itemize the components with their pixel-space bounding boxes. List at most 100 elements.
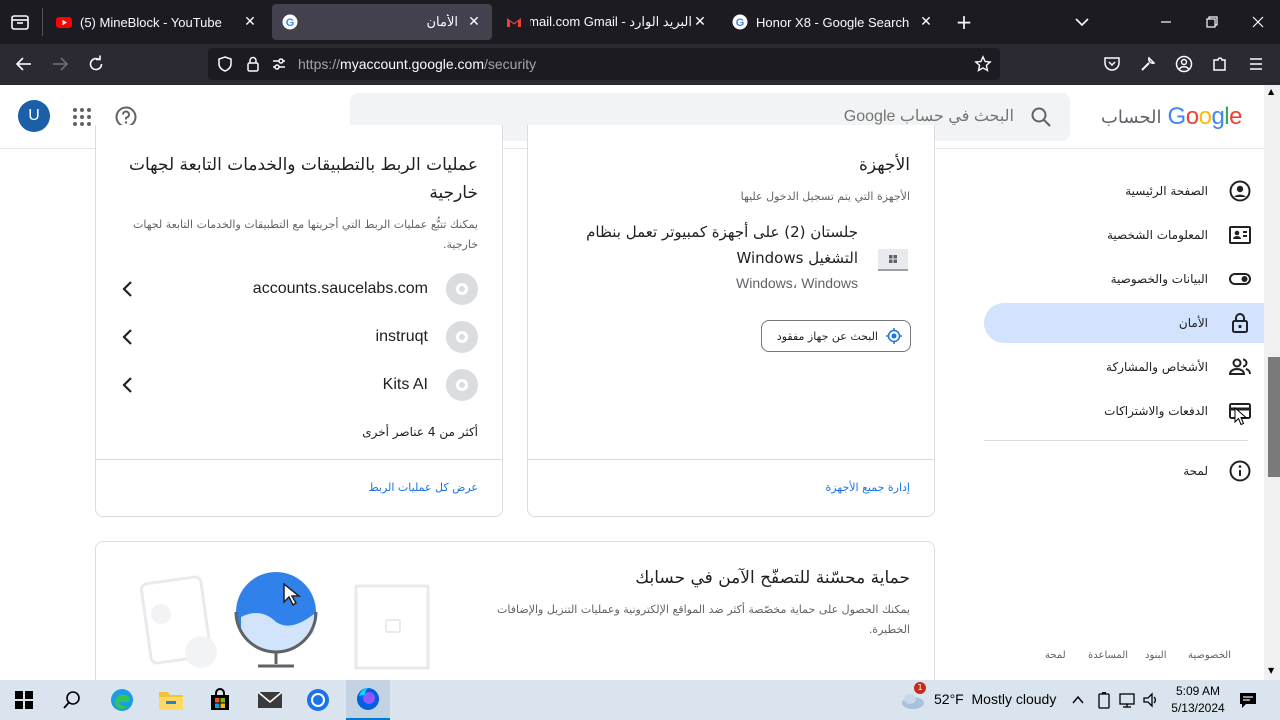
sidebar-item-data-privacy[interactable]: البيانات والخصوصية xyxy=(984,259,1264,299)
scroll-up-arrow[interactable]: ▲ xyxy=(1268,87,1278,97)
chrome-taskbar-button[interactable] xyxy=(302,684,334,716)
mail-button[interactable] xyxy=(254,684,286,716)
permissions-icon[interactable] xyxy=(270,55,288,73)
sidebar-item-label: الدفعات والاشتراكات xyxy=(1104,404,1208,418)
tab-overview-button[interactable] xyxy=(10,12,30,32)
sidebar-item-personal-info[interactable]: المعلومات الشخصية xyxy=(984,215,1264,255)
account-button[interactable] xyxy=(1174,54,1194,74)
safe-browsing-description: يمكنك الحصول على حماية مخصّصة أكثر ضد ال… xyxy=(497,603,910,636)
address-bar[interactable]: https://myaccount.google.com/security xyxy=(208,48,1000,80)
account-icon xyxy=(1175,55,1193,73)
store-icon xyxy=(211,688,229,710)
svg-text:G: G xyxy=(736,17,745,29)
svg-text:G: G xyxy=(286,17,295,29)
footer-privacy-link[interactable]: الخصوصية xyxy=(1188,650,1231,661)
minimize-button[interactable] xyxy=(1156,12,1176,32)
weather-badge: 1 xyxy=(914,682,926,694)
footer-about-link[interactable]: لمحة xyxy=(1045,650,1066,661)
sidebar-item-people-sharing[interactable]: الأشخاص والمشاركة xyxy=(984,347,1264,387)
new-tab-button[interactable]: + xyxy=(954,12,974,32)
taskbar-clock[interactable]: 5:09 AM 5/13/2024 xyxy=(1162,683,1234,717)
network-button[interactable] xyxy=(1118,691,1136,709)
restore-button[interactable] xyxy=(1202,12,1222,32)
account-circle-icon xyxy=(1229,180,1251,202)
mouse-cursor xyxy=(1234,407,1248,426)
windows-logo-icon xyxy=(15,691,33,709)
chrome-icon xyxy=(307,689,329,711)
sidebar-item-security[interactable]: الأمان xyxy=(984,303,1264,343)
sidebar-item-home[interactable]: الصفحة الرئيسية xyxy=(984,171,1264,211)
toggle-icon xyxy=(1229,273,1251,285)
sidebar-item-label: لمحة xyxy=(1183,464,1208,478)
manage-all-devices-link[interactable]: إدارة جميع الأجهزة xyxy=(610,481,910,494)
app-row-instruqt[interactable]: instruqt xyxy=(118,321,478,353)
apps-button[interactable] xyxy=(72,107,92,127)
close-icon[interactable]: ✕ xyxy=(242,14,258,30)
page-scrollbar[interactable]: ▲ ▼ xyxy=(1264,85,1280,680)
sidebar-item-about[interactable]: لمحة xyxy=(984,451,1264,491)
app-placeholder-icon xyxy=(446,321,478,353)
battery-button[interactable] xyxy=(1096,691,1112,709)
find-lost-device-button[interactable]: البحث عن جهاز مفقود xyxy=(761,320,911,352)
store-button[interactable] xyxy=(204,684,236,716)
footer-terms-link[interactable]: البنود xyxy=(1145,650,1166,661)
tray-overflow-button[interactable] xyxy=(1070,692,1086,708)
chevron-down-icon xyxy=(1075,18,1089,27)
device-sessions-title[interactable]: جلستان (2) على أجهزة كمبيوتر تعمل بنظام … xyxy=(568,219,858,271)
app-row-kits-ai[interactable]: Kits AI xyxy=(118,369,478,401)
weather-text[interactable]: 52°F Mostly cloudy xyxy=(934,691,1056,707)
devtools-button[interactable] xyxy=(1138,54,1158,74)
speaker-icon xyxy=(1143,692,1156,708)
close-icon[interactable]: ✕ xyxy=(466,14,482,30)
google-icon: G xyxy=(732,14,748,30)
close-icon[interactable]: ✕ xyxy=(692,14,708,30)
firefox-icon xyxy=(357,688,379,710)
reload-button[interactable] xyxy=(86,54,106,74)
avatar[interactable]: U xyxy=(18,100,50,132)
close-icon xyxy=(1252,16,1264,28)
tab-bar: (5) MineBlock - YouTube ✕ G الأمان ✕ الب… xyxy=(0,0,1280,44)
scroll-down-arrow[interactable]: ▼ xyxy=(1268,666,1278,676)
list-tabs-button[interactable] xyxy=(1072,12,1092,32)
footer-help-link[interactable]: المساعدة xyxy=(1088,650,1128,661)
close-icon[interactable]: ✕ xyxy=(918,14,934,30)
info-icon xyxy=(1229,460,1251,482)
search-button[interactable] xyxy=(56,684,88,716)
tab-gmail[interactable]: البريد الوارد - Gmail ‏gmail.com ✕ xyxy=(496,4,718,40)
back-button[interactable] xyxy=(14,54,34,74)
wrench-icon xyxy=(1141,56,1156,71)
sidebar-item-payments[interactable]: الدفعات والاشتراكات xyxy=(984,391,1264,431)
folder-icon xyxy=(159,692,183,710)
shield-icon[interactable] xyxy=(216,55,234,73)
tab-google-search[interactable]: G Honor X8 - Google Search ✕ xyxy=(722,4,944,40)
file-explorer-button[interactable] xyxy=(155,684,187,716)
app-row-saucelabs[interactable]: accounts.saucelabs.com xyxy=(118,273,478,305)
chevron-left-icon xyxy=(122,329,132,345)
search-icon[interactable] xyxy=(1030,106,1052,128)
tab-security[interactable]: G الأمان ✕ xyxy=(272,4,492,40)
app-placeholder-icon xyxy=(446,369,478,401)
start-button[interactable] xyxy=(8,684,40,716)
sidebar-divider xyxy=(984,440,1248,441)
forward-button[interactable] xyxy=(50,54,70,74)
scrollbar-thumb[interactable] xyxy=(1268,357,1280,477)
weather-widget[interactable]: 1 xyxy=(900,682,926,712)
pocket-button[interactable] xyxy=(1102,54,1122,74)
sidebar-item-label: الأمان xyxy=(1178,316,1208,330)
sidebar-item-label: الصفحة الرئيسية xyxy=(1125,184,1208,198)
google-logo: Google xyxy=(1167,103,1243,130)
notifications-button[interactable] xyxy=(1238,690,1258,710)
more-items-text: أكثر من 4 عناصر أخرى xyxy=(362,425,478,439)
extensions-button[interactable] xyxy=(1210,54,1230,74)
menu-button[interactable] xyxy=(1246,54,1266,74)
lock-icon[interactable] xyxy=(244,55,262,73)
view-all-connections-link[interactable]: عرض كل عمليات الربط xyxy=(178,481,478,494)
edge-taskbar-button[interactable] xyxy=(106,684,138,716)
chevron-up-icon xyxy=(1072,695,1084,704)
firefox-taskbar-button[interactable] xyxy=(346,680,390,720)
star-icon[interactable] xyxy=(974,55,992,73)
volume-button[interactable] xyxy=(1142,691,1160,709)
close-window-button[interactable] xyxy=(1248,12,1268,32)
tab-youtube[interactable]: (5) MineBlock - YouTube ✕ xyxy=(46,4,268,40)
google-account-logo[interactable]: الحساب Google xyxy=(1101,103,1243,131)
